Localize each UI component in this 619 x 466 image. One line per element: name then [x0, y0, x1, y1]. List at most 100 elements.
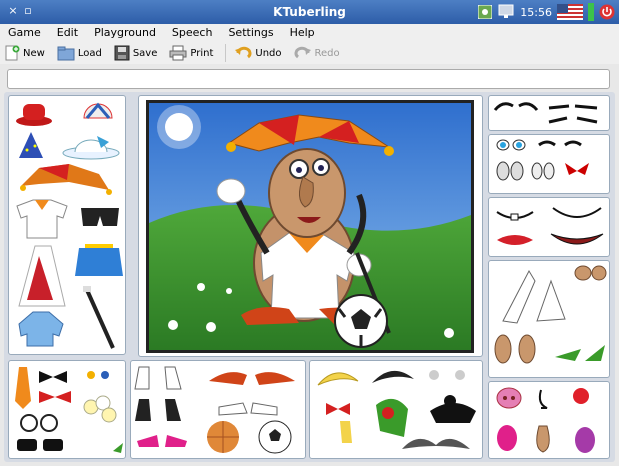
clock[interactable]: 15:56 [520, 6, 552, 19]
network-icon[interactable] [497, 4, 515, 20]
black-boots-item[interactable] [135, 399, 181, 421]
green-hair-item[interactable] [376, 398, 408, 437]
eyes-1-item[interactable] [496, 139, 526, 151]
new-button[interactable]: New [4, 45, 45, 61]
mouth-smile-item[interactable] [552, 207, 602, 218]
printer-icon [169, 45, 187, 61]
undo-button[interactable]: Undo [234, 45, 282, 61]
nose-big-item[interactable] [536, 425, 550, 453]
crab-item[interactable] [429, 370, 465, 380]
glasses-item[interactable] [20, 414, 58, 432]
brows-2-item[interactable] [548, 104, 598, 110]
scene-canvas [149, 103, 471, 350]
ball-orange-item[interactable] [207, 421, 239, 453]
ear-4-item[interactable] [494, 334, 605, 364]
sunglasses-item[interactable] [17, 439, 63, 451]
cane-item[interactable] [83, 286, 115, 349]
leaf-item[interactable] [113, 443, 123, 453]
clothes-panel [8, 95, 126, 355]
wizard-hat-item[interactable] [19, 132, 43, 158]
menu-speech[interactable]: Speech [164, 24, 221, 42]
nose-pig-item[interactable] [496, 387, 522, 409]
shoes-panel [130, 360, 306, 459]
toolbar-separator [225, 44, 227, 62]
menu-game[interactable]: Game [0, 24, 49, 42]
tie-item[interactable] [15, 367, 31, 409]
bonnet-item[interactable] [62, 136, 120, 160]
eyes-3-item[interactable] [496, 161, 524, 181]
clothes-items [16, 102, 123, 349]
eyes-4-item[interactable] [531, 162, 555, 180]
nose-red-item[interactable] [573, 388, 589, 404]
skirt-blue-item[interactable] [75, 244, 123, 276]
undo-arrow-icon [235, 46, 252, 59]
jacket-item[interactable] [18, 311, 64, 347]
undo-label: Undo [255, 47, 282, 59]
redo-label: Redo [314, 47, 340, 59]
skirt-red-item[interactable] [18, 245, 66, 307]
sun-icon [157, 105, 201, 149]
print-button[interactable]: Print [169, 45, 213, 61]
battery-icon[interactable] [588, 3, 594, 21]
bouquet-item[interactable] [83, 395, 117, 423]
nose-purple-item[interactable] [575, 427, 595, 453]
load-label: Load [77, 47, 102, 59]
noses-panel [488, 381, 610, 459]
eyes-5-item[interactable] [565, 163, 589, 175]
eyes-2-item[interactable] [538, 140, 582, 147]
bowtie-red-item[interactable] [39, 391, 71, 403]
red-fedora-item[interactable] [16, 104, 52, 126]
menu-edit[interactable]: Edit [49, 24, 86, 42]
sneakers-item[interactable] [218, 402, 278, 416]
ear-3-item[interactable] [574, 265, 607, 281]
load-button[interactable]: Load [57, 45, 102, 61]
redo-button[interactable]: Redo [294, 45, 340, 61]
jester-hat-item[interactable] [20, 164, 112, 195]
ear-2-item[interactable] [536, 279, 566, 322]
ear-1-item[interactable] [502, 269, 536, 324]
save-button[interactable]: Save [114, 45, 157, 61]
menu-help[interactable]: Help [282, 24, 323, 42]
nose-pink-item[interactable] [497, 425, 517, 451]
mouths-panel [488, 197, 610, 257]
brows-1-item[interactable] [493, 102, 539, 111]
menu-playground[interactable]: Playground [86, 24, 164, 42]
bow-item[interactable] [326, 403, 352, 443]
redo-arrow-icon [294, 46, 311, 59]
title-bar: × ▫ KTuberling 15:56 [0, 0, 619, 24]
us-flag-icon[interactable] [557, 4, 583, 20]
hair-panel [309, 360, 483, 459]
black-hair-item[interactable] [372, 370, 414, 383]
earrings-item[interactable] [87, 371, 109, 379]
accessories-panel [8, 360, 126, 459]
black-hair-bun-item[interactable] [430, 395, 476, 423]
message-line [7, 69, 610, 89]
save-disk-icon [114, 45, 130, 61]
print-label: Print [190, 47, 214, 59]
white-boots-item[interactable] [134, 366, 182, 390]
tray-app-icon[interactable] [478, 5, 493, 19]
new-document-icon [5, 45, 20, 61]
menu-settings[interactable]: Settings [220, 24, 281, 42]
pink-heels-item[interactable] [137, 435, 187, 447]
toolbar: New Load Save Print Undo Redo [0, 42, 619, 64]
football-item[interactable] [258, 420, 292, 454]
menu-bar: Game Edit Playground Speech Settings Hel… [0, 24, 619, 42]
beach-cap-item[interactable] [83, 102, 113, 119]
blond-hair-item[interactable] [317, 372, 359, 386]
ears-panel [488, 260, 610, 378]
trunks-item[interactable] [81, 208, 119, 226]
brows-3-item[interactable] [548, 116, 598, 124]
nose-hook-item[interactable] [538, 389, 548, 409]
mouth-grin-item[interactable] [550, 233, 604, 245]
mouth-lips-item[interactable] [497, 235, 533, 245]
mouth-tooth-item[interactable] [496, 211, 534, 221]
football[interactable] [334, 294, 388, 348]
power-icon[interactable] [599, 4, 615, 20]
bowtie-black-item[interactable] [39, 371, 67, 383]
jester-shoes-item[interactable] [209, 372, 295, 385]
shirt-item[interactable] [16, 199, 68, 239]
mustache-item[interactable] [402, 438, 470, 449]
system-tray: 15:56 [478, 2, 619, 22]
playground-scene[interactable] [146, 100, 474, 353]
